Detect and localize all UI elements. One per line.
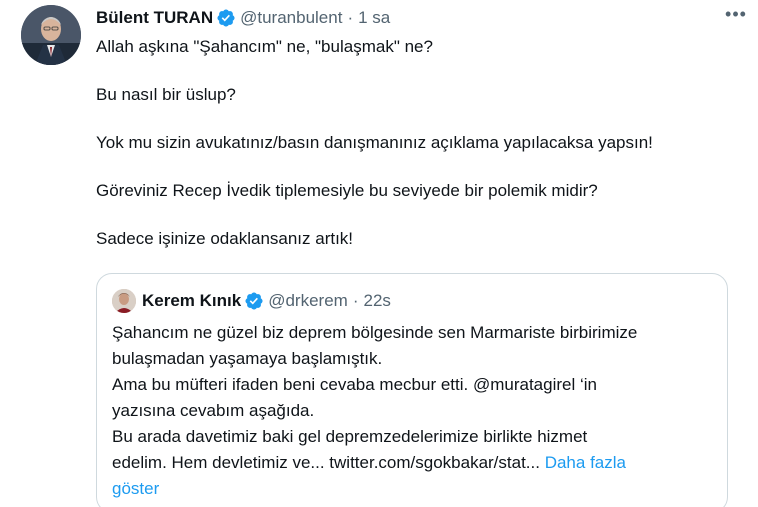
quoted-text-line: Şahancım ne güzel biz deprem bölgesinde …: [112, 323, 638, 342]
author-handle[interactable]: @turanbulent: [240, 8, 342, 28]
quoted-tweet-header: Kerem Kınık @drkerem · 22s: [112, 289, 391, 313]
author-name[interactable]: Bülent TURAN: [96, 8, 213, 28]
quoted-author-handle[interactable]: @drkerem: [268, 291, 348, 311]
quoted-author-name[interactable]: Kerem Kınık: [142, 291, 241, 311]
quoted-text-line: bulaşmadan yaşamaya başlamıştık.: [112, 349, 383, 368]
quoted-text-line: Bu arada davetimiz baki gel depremzedele…: [112, 427, 588, 446]
more-label: •••: [725, 3, 747, 24]
quoted-last-line-text: edelim. Hem devletimiz ve... twitter.com…: [112, 453, 545, 472]
verified-badge-icon[interactable]: [216, 8, 236, 28]
quoted-tweet-time[interactable]: 22s: [363, 291, 390, 311]
quoted-author-avatar[interactable]: [112, 289, 136, 313]
tweet-time[interactable]: 1 sa: [358, 8, 390, 28]
more-horizontal-icon[interactable]: •••: [722, 0, 750, 28]
tweet-paragraph: Allah aşkına "Şahancım" ne, "bulaşmak" n…: [96, 37, 433, 56]
quoted-tweet[interactable]: Kerem Kınık @drkerem · 22s Şahancım ne g…: [96, 273, 728, 507]
quoted-text-line: yazısına cevabım aşağıda.: [112, 401, 315, 420]
tweet-paragraph: Göreviniz Recep İvedik tiplemesiyle bu s…: [96, 181, 598, 200]
separator-dot: ·: [347, 8, 354, 27]
quoted-tweet-text: Şahancım ne güzel biz deprem bölgesinde …: [112, 320, 722, 502]
quoted-text-line: Ama bu müfteri ifaden beni cevaba mecbur…: [112, 375, 597, 394]
show-more-link[interactable]: Daha fazla: [545, 453, 626, 472]
tweet-header: Bülent TURAN @turanbulent · 1 sa: [96, 6, 738, 30]
tweet[interactable]: Bülent TURAN @turanbulent · 1 sa ••• All…: [0, 0, 758, 507]
quoted-text-line: edelim. Hem devletimiz ve... twitter.com…: [112, 450, 722, 476]
tweet-paragraph: Bu nasıl bir üslup?: [96, 85, 236, 104]
author-avatar[interactable]: [21, 5, 81, 65]
tweet-text: Allah aşkına "Şahancım" ne, "bulaşmak" n…: [96, 35, 746, 275]
tweet-paragraph: Yok mu sizin avukatınız/basın danışmanın…: [96, 133, 653, 152]
verified-badge-icon[interactable]: [244, 291, 264, 311]
separator-dot: ·: [352, 291, 359, 310]
tweet-paragraph: Sadece işinize odaklansanız artık!: [96, 229, 354, 248]
show-more-link-continued[interactable]: göster: [112, 476, 722, 502]
avatar-image: [21, 5, 81, 65]
